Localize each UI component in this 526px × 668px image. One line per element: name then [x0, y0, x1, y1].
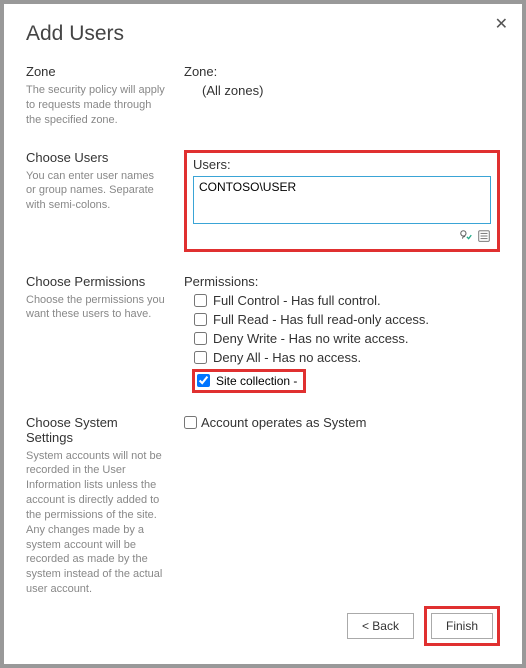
section-system: Choose System Settings System accounts w…	[26, 415, 500, 597]
dialog-title: Add Users	[26, 22, 500, 46]
system-section-title: Choose System Settings	[26, 415, 166, 445]
permissions-label: Permissions:	[184, 274, 500, 289]
permissions-section-title: Choose Permissions	[26, 274, 166, 289]
permissions-list: Full Control - Has full control. Full Re…	[194, 293, 500, 393]
perm-label: Deny All - Has no access.	[213, 350, 361, 365]
system-checkbox-label: Account operates as System	[201, 415, 366, 430]
perm-label: Full Read - Has full read-only access.	[213, 312, 429, 327]
perm-checkbox[interactable]	[194, 351, 207, 364]
users-highlight: Users:	[184, 150, 500, 252]
finish-highlight: Finish	[424, 606, 500, 646]
perm-full-control[interactable]: Full Control - Has full control.	[194, 293, 500, 308]
perm-site-collection-highlight[interactable]: Site collection -	[192, 369, 306, 393]
perm-label: Deny Write - Has no write access.	[213, 331, 409, 346]
perm-checkbox[interactable]	[194, 294, 207, 307]
users-section-title: Choose Users	[26, 150, 166, 165]
perm-checkbox[interactable]	[197, 374, 210, 387]
perm-deny-write[interactable]: Deny Write - Has no write access.	[194, 331, 500, 346]
users-input[interactable]	[193, 176, 491, 224]
permissions-section-desc: Choose the permissions you want these us…	[26, 293, 166, 323]
perm-checkbox[interactable]	[194, 313, 207, 326]
perm-label: Site collection -	[216, 374, 297, 388]
dialog-content: Zone The security policy will apply to r…	[26, 64, 500, 597]
perm-full-read[interactable]: Full Read - Has full read-only access.	[194, 312, 500, 327]
back-button[interactable]: < Back	[347, 613, 414, 639]
zone-section-desc: The security policy will apply to reques…	[26, 83, 166, 128]
browse-icon[interactable]	[477, 229, 491, 243]
perm-checkbox[interactable]	[194, 332, 207, 345]
perm-label: Full Control - Has full control.	[213, 293, 381, 308]
users-section-desc: You can enter user names or group names.…	[26, 169, 166, 214]
add-users-dialog: ✕ Add Users Zone The security policy wil…	[4, 4, 522, 664]
finish-button[interactable]: Finish	[431, 613, 493, 639]
system-checkbox[interactable]	[184, 416, 197, 429]
system-section-desc: System accounts will not be recorded in …	[26, 449, 166, 597]
section-users: Choose Users You can enter user names or…	[26, 150, 500, 252]
section-permissions: Choose Permissions Choose the permission…	[26, 274, 500, 393]
zone-label: Zone:	[184, 64, 500, 79]
section-zone: Zone The security policy will apply to r…	[26, 64, 500, 128]
dialog-footer: < Back Finish	[347, 606, 500, 646]
close-icon[interactable]: ✕	[495, 14, 508, 34]
perm-deny-all[interactable]: Deny All - Has no access.	[194, 350, 500, 365]
system-checkbox-row[interactable]: Account operates as System	[184, 415, 500, 430]
check-names-icon[interactable]	[459, 229, 473, 243]
zone-value: (All zones)	[202, 83, 500, 98]
zone-section-title: Zone	[26, 64, 166, 79]
users-label: Users:	[193, 157, 491, 172]
